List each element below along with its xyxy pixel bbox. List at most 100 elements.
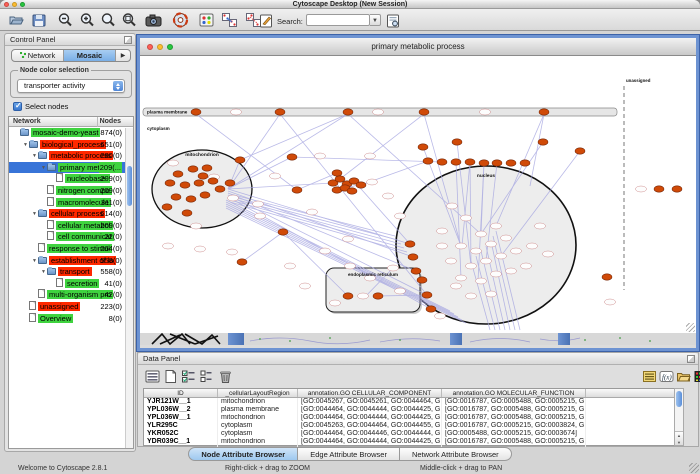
network-node[interactable] [227,249,238,255]
network-node[interactable] [605,299,616,305]
network-node[interactable] [435,313,446,319]
table-row[interactable]: YKR052Ccytoplasm[GO:0044464, GO:0044446,… [144,430,676,438]
network-node[interactable] [451,159,461,165]
annotation-icon[interactable] [258,13,275,29]
attribute-table[interactable]: ID_cellularLayoutRegionannotation.GO CEL… [143,388,677,446]
network-node[interactable] [506,268,517,274]
tree-col-network[interactable]: Network [13,117,41,127]
column-header-id[interactable]: ID [144,389,218,397]
tree-row-establishment-of-lo[interactable]: ▼establishment of lo558(0) [9,255,133,267]
table-scrollbar-thumb[interactable] [676,391,682,407]
network-node[interactable] [501,235,512,241]
network-node[interactable] [255,213,266,219]
float-panel-icon[interactable] [124,36,132,44]
network-node[interactable] [539,109,549,115]
network-node[interactable] [191,109,201,115]
more-tabs-icon[interactable]: ▶ [116,50,130,61]
tree-row-nucleobase-[interactable]: nucleobase-209(0) [9,173,133,185]
network-node[interactable] [602,274,612,280]
network-node[interactable] [347,188,357,194]
network-node[interactable] [285,263,296,269]
tree-row-multi-organism-pro[interactable]: multi-organism pro42(0) [9,289,133,301]
snapshot-icon[interactable] [145,12,162,28]
tab-network[interactable]: Network [12,50,64,61]
network-node[interactable] [270,173,281,179]
network-node[interactable] [654,186,664,192]
network-node[interactable] [479,160,489,166]
tree-row-secretion[interactable]: secretion41(0) [9,278,133,290]
network-node[interactable] [423,158,433,164]
network-node[interactable] [388,265,399,271]
tree-col-divider[interactable] [97,117,98,127]
table-cell[interactable] [586,422,676,430]
table-cell[interactable]: mitochondrion [218,398,298,406]
network-node[interactable] [287,154,297,160]
network-node[interactable] [506,160,516,166]
window-resize-grip[interactable] [689,463,699,473]
table-cell[interactable]: [GO:0044464, GO:0044444, GO:0044425, G..… [298,414,442,422]
network-node[interactable] [486,291,497,297]
network-node[interactable] [408,254,418,260]
table-scrollbar[interactable]: ▲▼ [674,388,684,446]
table-cell[interactable]: YLR295C [144,422,218,430]
zoom-fit-icon[interactable] [121,12,138,28]
delete-attribute-icon[interactable] [218,369,233,384]
network-node[interactable] [465,159,475,165]
network-node[interactable] [231,109,242,115]
new-attribute-icon[interactable] [163,369,178,384]
table-cell[interactable] [586,406,676,414]
network-node[interactable] [315,153,326,159]
column-header-annotation-go-molecular-function[interactable]: annotation.GO MOLECULAR_FUNCTION [442,389,586,397]
network-node[interactable] [235,157,245,163]
network-node[interactable] [492,160,502,166]
network-node[interactable] [446,258,457,264]
network-node[interactable] [411,268,421,274]
attribute-batch-icon[interactable] [145,369,160,384]
network-node[interactable] [543,251,554,257]
network-node[interactable] [491,271,502,277]
save-icon[interactable] [31,12,48,28]
network-node[interactable] [307,209,318,215]
network-node[interactable] [471,248,482,254]
table-cell[interactable]: [GO:0044464, GO:0044444, GO:0044425, G..… [298,438,442,446]
network-node[interactable] [202,165,212,171]
table-cell[interactable] [586,414,676,422]
network-node[interactable] [461,215,472,221]
main-titlebar[interactable]: Cytoscape Desktop (New Session) [0,0,700,9]
table-cell[interactable] [586,398,676,406]
network-node[interactable] [496,253,507,259]
table-cell[interactable] [586,438,676,446]
network-graph[interactable]: plasma membranecytoplasmmitochondrionnuc… [140,56,696,333]
network-node[interactable] [419,109,429,115]
attribute-table-header[interactable]: ID_cellularLayoutRegionannotation.GO CEL… [144,389,676,398]
network-node[interactable] [456,275,467,281]
network-node[interactable] [320,248,331,254]
table-cell[interactable]: [GO:0016787, GO:0005488, GO:0005215, G..… [442,414,586,422]
network-node[interactable] [292,187,302,193]
unselect-attributes-icon[interactable] [199,369,214,384]
tab-mosaic[interactable]: Mosaic [64,50,116,61]
tree-row-nitrogen-compo[interactable]: nitrogen compo209(0) [9,185,133,197]
network-node[interactable] [186,196,196,202]
canvas-resize-grip[interactable] [686,323,695,332]
network-node[interactable] [491,223,502,229]
tree-row-biological-process[interactable]: ▼biological_process651(0) [9,139,133,151]
search-dropdown-icon[interactable]: ▼ [370,14,381,26]
network-node[interactable] [278,229,288,235]
network-node[interactable] [332,170,342,176]
network-node[interactable] [343,293,353,299]
network-node[interactable] [521,263,532,269]
network-node[interactable] [225,180,235,186]
table-cell[interactable]: YDR039C__1 [144,438,218,446]
tree-row-cellular-metabol[interactable]: cellular metabol209(0) [9,220,133,232]
tab-network-attribute-browser[interactable]: Network Attribute Browser [400,447,512,461]
tree-scrollbar[interactable] [125,128,133,448]
search-input[interactable] [306,14,370,26]
table-cell[interactable]: [GO:0016787, GO:0005488, GO:0005215, G..… [442,398,586,406]
tree-row-mosaic-demo-yeast[interactable]: mosaic-demo-yeast874(0) [9,127,133,139]
tree-col-nodes[interactable]: Nodes [100,117,121,127]
attribute-list-icon[interactable] [642,369,657,384]
network-node[interactable] [200,192,210,198]
zoom-selected-icon[interactable] [100,12,117,28]
network-node[interactable] [195,246,206,252]
